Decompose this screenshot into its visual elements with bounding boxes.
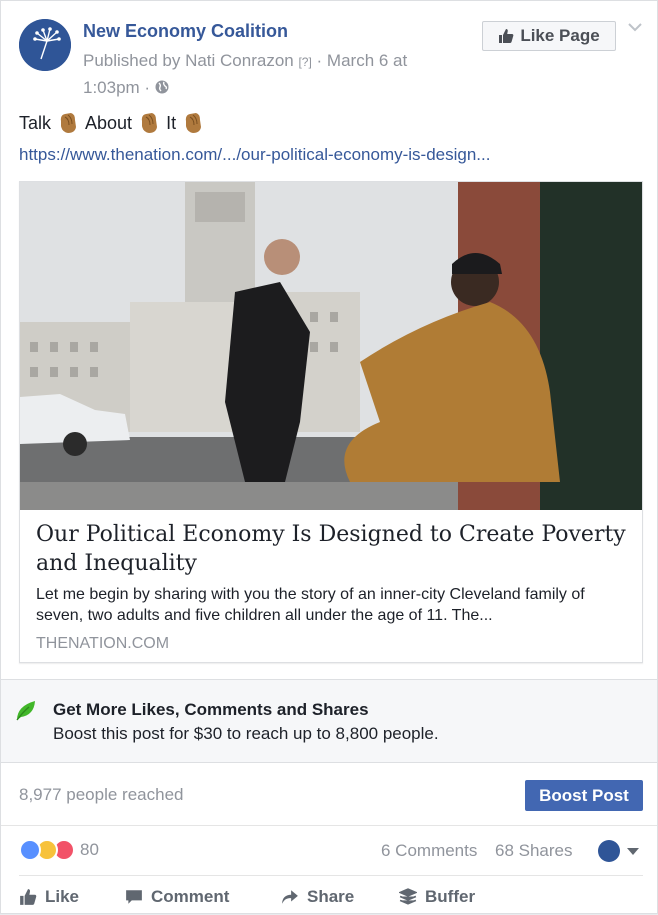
- help-link[interactable]: [?]: [298, 55, 311, 69]
- like-button[interactable]: Like: [19, 887, 79, 907]
- comment-icon: [126, 890, 142, 904]
- like-reaction-icon: [19, 839, 41, 861]
- boost-promo: Get More Likes, Comments and Shares Boos…: [1, 679, 657, 763]
- thumbs-up-icon: [20, 889, 37, 905]
- action-bar: Like Comment Share Buffer: [19, 885, 643, 915]
- boost-title: Get More Likes, Comments and Shares: [53, 700, 369, 719]
- page-name-link[interactable]: New Economy Coalition: [83, 21, 288, 42]
- chevron-down-icon[interactable]: [627, 21, 643, 33]
- boost-post-button[interactable]: Boost Post: [525, 780, 643, 811]
- shares-count[interactable]: 68 Shares: [495, 841, 573, 861]
- like-page-button[interactable]: Like Page: [482, 21, 616, 51]
- globe-icon: [155, 80, 169, 94]
- publisher-text: Published by Nati Conrazon: [83, 51, 294, 70]
- preview-image[interactable]: [20, 182, 642, 510]
- reaction-count[interactable]: 80: [80, 840, 99, 860]
- caret-down-icon[interactable]: [627, 848, 639, 855]
- comment-button[interactable]: Comment: [125, 887, 229, 907]
- post-meta: Published by Nati Conrazon [?] · March 6…: [83, 48, 463, 100]
- post-text-word-1: Talk: [19, 112, 52, 133]
- preview-description: Let me begin by sharing with you the sto…: [36, 586, 585, 624]
- street-photo: [20, 182, 642, 510]
- comment-label: Comment: [151, 887, 230, 906]
- acting-as-avatar[interactable]: [598, 840, 620, 862]
- share-icon: [282, 890, 298, 904]
- clapping-hands-icon: [185, 113, 202, 133]
- post-text-word-2: About: [85, 112, 133, 133]
- post-text: Talk About It: [19, 111, 210, 135]
- people-reached[interactable]: 8,977 people reached: [19, 785, 183, 805]
- buffer-icon: [399, 888, 417, 905]
- preview-title[interactable]: Our Political Economy Is Designed to Cre…: [36, 520, 626, 578]
- buffer-button[interactable]: Buffer: [399, 887, 475, 907]
- boost-description: Boost this post for $30 to reach up to 8…: [53, 724, 439, 743]
- link-preview[interactable]: Our Political Economy Is Designed to Cre…: [19, 181, 643, 663]
- page-avatar[interactable]: [19, 19, 71, 71]
- preview-domain: THENATION.COM: [36, 635, 170, 652]
- reactions-summary[interactable]: 80: [19, 839, 99, 861]
- divider: [19, 875, 643, 876]
- share-button[interactable]: Share: [281, 887, 354, 907]
- leaf-icon: [16, 701, 35, 721]
- post-url-link[interactable]: https://www.thenation.com/.../our-politi…: [19, 145, 490, 165]
- thumbs-up-icon: [499, 29, 514, 43]
- dandelion-logo-icon: [19, 19, 71, 71]
- like-page-label: Like Page: [520, 26, 600, 45]
- share-label: Share: [307, 887, 355, 906]
- post-text-word-3: It: [166, 112, 177, 133]
- post-card: New Economy Coalition Published by Nati …: [0, 0, 658, 914]
- clapping-hands-icon: [141, 113, 158, 133]
- buffer-label: Buffer: [425, 887, 476, 906]
- like-label: Like: [45, 887, 80, 906]
- comments-count[interactable]: 6 Comments: [381, 841, 477, 861]
- divider: [1, 825, 657, 826]
- clapping-hands-icon: [60, 113, 77, 133]
